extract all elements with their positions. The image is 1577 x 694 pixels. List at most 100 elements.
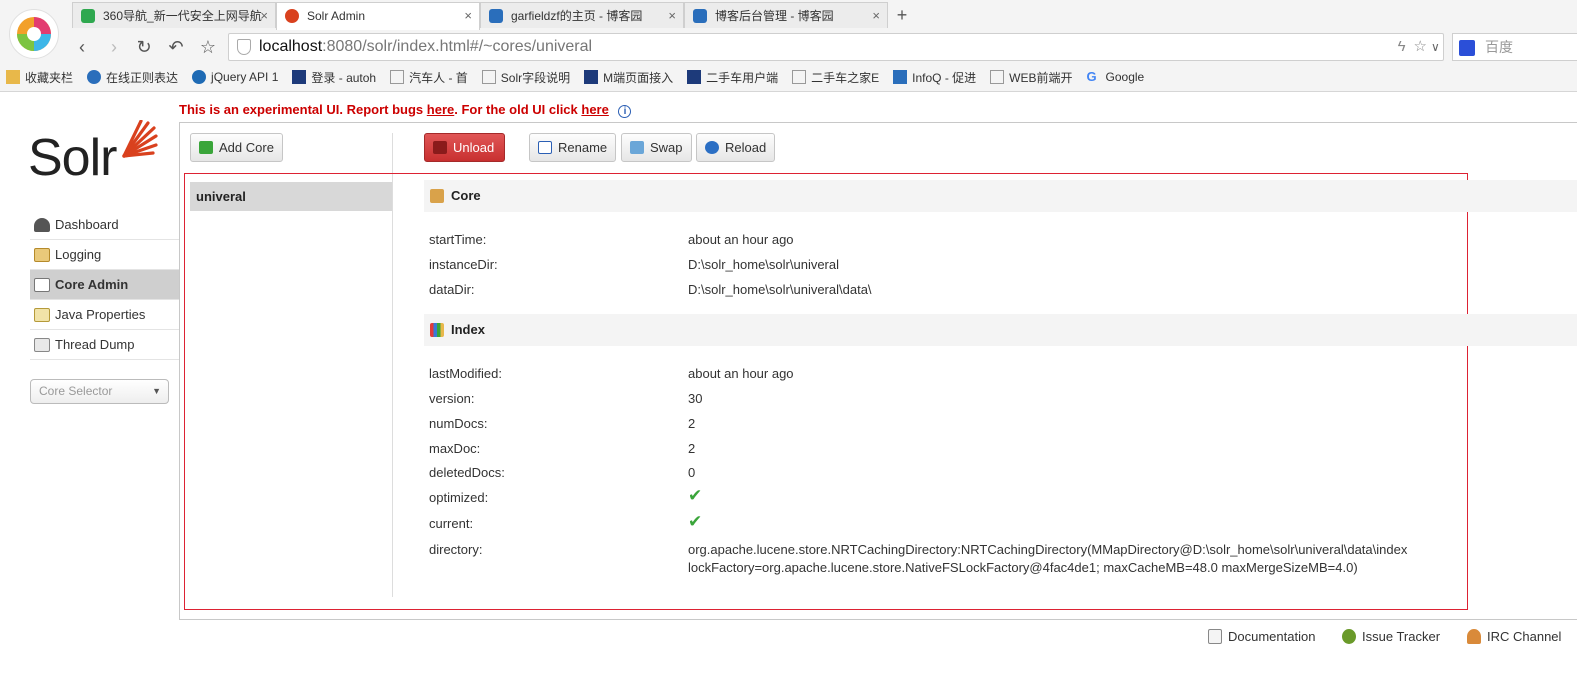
bookmark-item[interactable]: 二手车之家E — [792, 66, 879, 88]
prop-label-current: current: — [429, 516, 474, 531]
baidu-icon — [1459, 40, 1475, 56]
old-ui-link[interactable]: here — [581, 102, 608, 117]
address-bar[interactable]: localhost:8080/solr/index.html#/~cores/u… — [228, 33, 1444, 61]
prop-label-deleteddocs: deletedDocs: — [429, 465, 505, 480]
users-icon — [1467, 628, 1481, 644]
navigation-row: ‹ › ↻ ↶ ☆ localhost:8080/solr/index.html… — [70, 33, 1577, 61]
bookmark-label: 汽车人 - 首 — [409, 70, 468, 85]
shield-icon — [237, 39, 251, 55]
reload-button[interactable]: Reload — [696, 133, 776, 162]
bookmark-label: 二手车之家E — [811, 70, 880, 85]
bookmark-item[interactable]: M端页面接入 — [584, 66, 673, 88]
bookmark-label: M端页面接入 — [603, 70, 674, 85]
sidebar-item-java-properties[interactable]: Java Properties — [30, 300, 179, 330]
java-icon — [34, 307, 50, 322]
bookmark-item[interactable]: G Google — [1087, 66, 1145, 88]
rename-button[interactable]: Rename — [529, 133, 617, 162]
bookmarks-bar: 收藏夹栏 在线正则表达 jQuery API 1 登录 - autoh 汽车人 … — [6, 66, 1144, 88]
bookmark-label: 登录 - autoh — [311, 70, 377, 85]
prop-label-datadir: dataDir: — [429, 282, 475, 297]
prop-value-directory: org.apache.lucene.store.NRTCachingDirect… — [688, 542, 1408, 575]
prop-value-starttime: about an hour ago — [688, 232, 794, 247]
sidebar-item-label: Dashboard — [55, 217, 119, 232]
bookmark-item[interactable]: WEB前端开 — [990, 66, 1073, 88]
folder-icon — [6, 70, 20, 84]
e-logo-icon — [87, 70, 102, 84]
page-icon — [990, 70, 1005, 84]
page-icon — [390, 70, 405, 84]
unload-button[interactable]: Unload — [424, 133, 505, 162]
prop-value-version: 30 — [688, 391, 703, 406]
solr-favicon-icon — [285, 9, 299, 23]
section-title: Core — [451, 188, 481, 203]
sidebar-item-label: Core Admin — [55, 277, 129, 292]
sidebar-item-core-admin[interactable]: Core Admin — [30, 270, 179, 300]
browser-logo-icon[interactable] — [9, 9, 59, 59]
section-title: Index — [451, 322, 485, 337]
tab-close-icon[interactable]: × — [668, 3, 676, 28]
autohome-icon — [584, 70, 599, 84]
rename-icon — [538, 141, 552, 154]
chevron-down-icon[interactable]: ∨ — [1431, 34, 1440, 60]
tab-solr-admin[interactable]: Solr Admin × — [276, 2, 480, 30]
forward-icon[interactable]: › — [102, 35, 126, 59]
tab-close-icon[interactable]: × — [464, 3, 472, 29]
add-core-button[interactable]: Add Core — [190, 133, 283, 162]
tab-close-icon[interactable]: × — [872, 3, 880, 28]
bookmark-item[interactable]: 二手车用户端 — [687, 66, 778, 88]
sidebar-item-dashboard[interactable]: Dashboard — [30, 210, 179, 240]
jquery-icon — [192, 70, 207, 84]
bookmark-label: 收藏夹栏 — [25, 70, 74, 85]
undo-icon[interactable]: ↶ — [164, 35, 188, 59]
prop-value-deleteddocs: 0 — [688, 465, 696, 480]
refresh-icon[interactable]: ↻ — [132, 35, 156, 59]
core-selector[interactable]: Core Selector ▼ — [30, 379, 169, 404]
bookmark-item[interactable]: 汽车人 - 首 — [390, 66, 468, 88]
experimental-banner: This is an experimental UI. Report bugs … — [179, 102, 632, 118]
solr-logo[interactable]: Solr — [28, 120, 158, 190]
info-icon[interactable]: i — [618, 105, 632, 118]
button-label: Unload — [453, 140, 495, 155]
cnblogs-favicon-icon — [489, 9, 503, 23]
back-icon[interactable]: ‹ — [70, 35, 94, 59]
index-section-header: Index — [424, 314, 1577, 346]
bookmark-item[interactable]: 收藏夹栏 — [6, 66, 73, 88]
sidebar-item-thread-dump[interactable]: Thread Dump — [30, 330, 179, 360]
tab-cnblogs-home[interactable]: garfieldzf的主页 - 博客园 × — [480, 2, 684, 28]
report-bugs-link[interactable]: here — [427, 102, 454, 117]
documentation-link[interactable]: Documentation — [1208, 626, 1315, 646]
star-icon[interactable]: ☆ — [196, 35, 220, 59]
solr-logo-text: Solr — [28, 129, 117, 187]
check-icon: ✔ — [688, 512, 703, 531]
button-label: Swap — [650, 140, 683, 155]
tab-close-icon[interactable]: × — [260, 3, 268, 28]
footer-label: IRC Channel — [1487, 628, 1562, 644]
bookmark-label: WEB前端开 — [1009, 70, 1073, 85]
new-tab-button[interactable]: + — [888, 2, 916, 28]
core-selector-placeholder: Core Selector — [39, 384, 113, 398]
autohome-icon — [292, 70, 307, 84]
issue-tracker-link[interactable]: Issue Tracker — [1342, 626, 1440, 646]
bookmark-item[interactable]: 在线正则表达 — [87, 66, 178, 88]
address-actions[interactable]: ϟ☆ — [1398, 34, 1435, 60]
check-icon: ✔ — [688, 486, 703, 505]
tab-cnblogs-admin[interactable]: 博客后台管理 - 博客园 × — [684, 2, 888, 28]
bookmark-item[interactable]: InfoQ - 促进 — [893, 66, 976, 88]
prop-label-lastmodified: lastModified: — [429, 366, 502, 381]
search-input[interactable]: ∨ 百度 — [1431, 33, 1577, 61]
button-label: Rename — [558, 140, 608, 155]
chevron-down-icon: ▼ — [152, 386, 161, 396]
bookmark-label: jQuery API 1 — [211, 70, 279, 84]
sidebar-item-label: Logging — [55, 247, 102, 262]
bookmark-label: InfoQ - 促进 — [912, 70, 977, 85]
bookmark-item[interactable]: jQuery API 1 — [192, 66, 278, 88]
sidebar-item-logging[interactable]: Logging — [30, 240, 179, 270]
lightning-icon[interactable]: ϟ — [1398, 38, 1414, 55]
irc-channel-link[interactable]: IRC Channel — [1467, 626, 1561, 646]
prop-label-numdocs: numDocs: — [429, 416, 488, 431]
bookmark-label: 在线正则表达 — [106, 70, 179, 85]
tab-360-nav[interactable]: 360导航_新一代安全上网导航 × — [72, 2, 276, 28]
bookmark-item[interactable]: 登录 - autoh — [292, 66, 376, 88]
bookmark-item[interactable]: Solr字段说明 — [481, 66, 570, 88]
swap-button[interactable]: Swap — [621, 133, 692, 162]
